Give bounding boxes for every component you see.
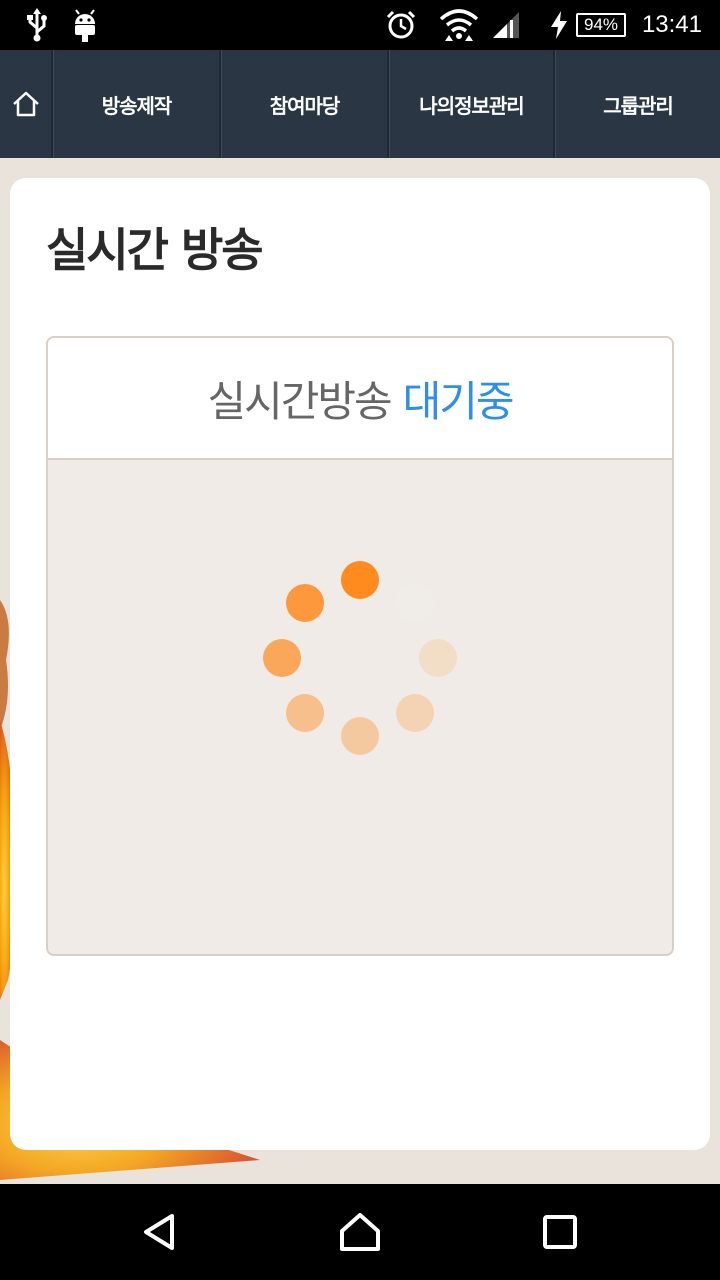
nav-home-button[interactable] [0, 50, 53, 158]
charging-icon [548, 0, 570, 50]
status-time: 13:41 [641, 11, 702, 38]
spinner-dot [285, 583, 324, 622]
home-icon [12, 91, 39, 117]
usb-icon [22, 0, 52, 50]
back-button[interactable] [112, 1184, 208, 1280]
recents-button[interactable] [512, 1184, 608, 1280]
signal-icon [490, 0, 522, 50]
nav-tab-group-management[interactable]: 그룹관리 [555, 50, 720, 158]
live-status-prefix: 실시간방송 [207, 376, 392, 426]
spinner-dot [396, 694, 435, 733]
system-navigation-bar [0, 1184, 720, 1280]
spinner-dot [341, 717, 379, 755]
live-video-area [48, 460, 672, 954]
live-status-header: 실시간방송 대기중 [48, 338, 672, 460]
live-broadcast-panel: 실시간방송 대기중 [46, 336, 674, 956]
spinner-dot [419, 639, 457, 677]
nav-tab-my-info[interactable]: 나의정보관리 [389, 50, 555, 158]
spinner-dot [396, 583, 435, 622]
spinner-dot [263, 639, 301, 677]
status-bar: 94% 13:41 [0, 0, 720, 50]
android-debug-icon [70, 0, 100, 50]
recents-icon [543, 1215, 577, 1249]
page-title: 실시간 방송 [46, 223, 264, 277]
loading-spinner [48, 460, 672, 954]
battery-level: 94% [576, 13, 626, 37]
live-status-value: 대기중 [402, 376, 515, 426]
top-navigation: 방송제작 참여마당 나의정보관리 그룹관리 [0, 50, 720, 158]
back-icon [144, 1214, 174, 1250]
nav-tab-participation[interactable]: 참여마당 [221, 50, 389, 158]
content-card: 실시간 방송 실시간방송 대기중 [10, 178, 710, 1150]
battery-indicator: 94% [576, 0, 626, 50]
spinner-dot [285, 694, 324, 733]
home-icon [340, 1213, 380, 1251]
nav-tab-broadcast-production[interactable]: 방송제작 [53, 50, 221, 158]
alarm-icon [384, 0, 418, 50]
wifi-icon [438, 0, 480, 50]
home-button[interactable] [312, 1184, 408, 1280]
spinner-dot [341, 561, 379, 599]
